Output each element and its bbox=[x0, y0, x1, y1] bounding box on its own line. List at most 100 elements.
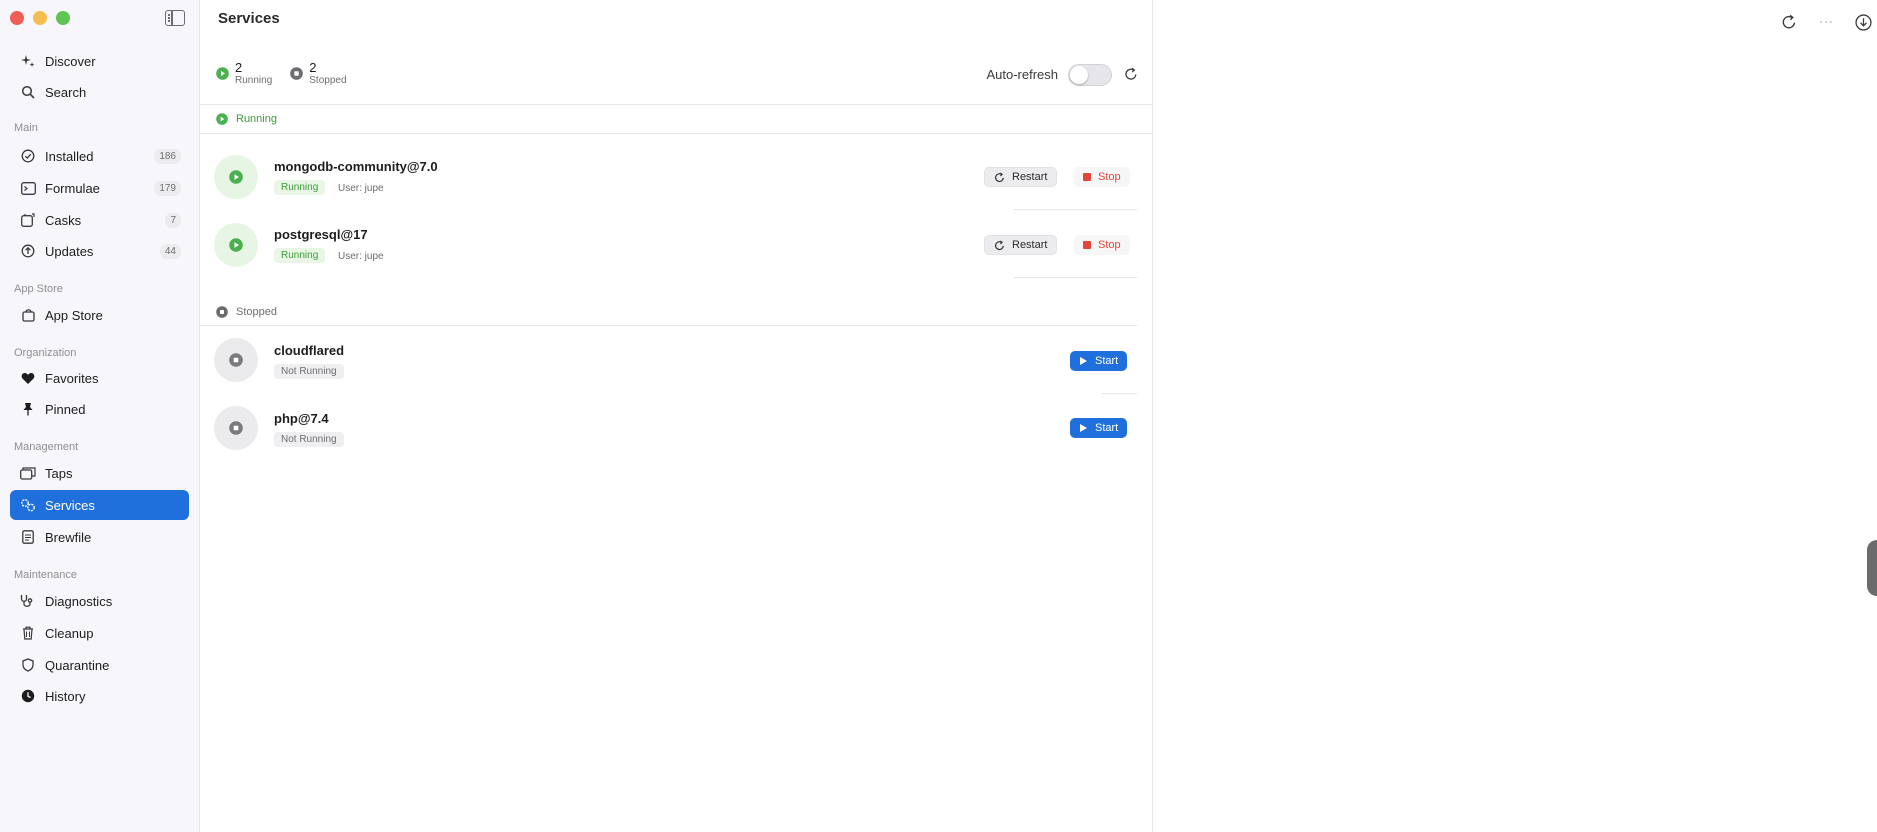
sidebar-item-favorites[interactable]: Favorites bbox=[10, 363, 189, 393]
sidebar-item-services[interactable]: Services bbox=[10, 490, 189, 520]
sparkle-icon bbox=[20, 53, 36, 69]
sidebar-item-label: Formulae bbox=[45, 180, 100, 196]
checkmark-circle-icon bbox=[20, 148, 36, 164]
sidebar-item-updates[interactable]: Updates 44 bbox=[10, 236, 189, 266]
start-button[interactable]: Start bbox=[1070, 418, 1128, 438]
stop-square-icon bbox=[1083, 173, 1091, 181]
status-badge: Not Running bbox=[274, 364, 344, 379]
divider bbox=[1014, 277, 1137, 278]
play-circle-icon bbox=[229, 238, 243, 252]
search-icon bbox=[20, 84, 36, 100]
sidebar-item-pinned[interactable]: Pinned bbox=[10, 394, 189, 424]
stopped-count: 2 bbox=[309, 60, 317, 75]
terminal-window-icon bbox=[20, 180, 36, 196]
divider bbox=[1014, 209, 1137, 210]
group-title: Running bbox=[236, 113, 277, 125]
sidebar-item-label: Diagnostics bbox=[45, 593, 113, 609]
sidebar-item-label: Brewfile bbox=[45, 529, 92, 545]
sidebar-item-search[interactable]: Search bbox=[10, 77, 189, 107]
restart-button[interactable]: Restart bbox=[984, 167, 1058, 187]
start-label: Start bbox=[1095, 422, 1119, 434]
service-name: php@7.4 bbox=[274, 411, 329, 426]
stethoscope-icon bbox=[20, 593, 36, 609]
running-summary: 2 Running bbox=[216, 61, 272, 86]
sidebar-item-formulae[interactable]: Formulae 179 bbox=[10, 173, 189, 203]
divider bbox=[200, 325, 1137, 326]
stop-circle-icon bbox=[229, 353, 243, 367]
sidebar-item-app-store[interactable]: App Store bbox=[10, 300, 189, 330]
refresh-icon[interactable] bbox=[1781, 14, 1797, 30]
service-name: postgresql@17 bbox=[274, 227, 368, 242]
trash-icon bbox=[20, 625, 36, 641]
services-panel: Services 2 Running 2 Stopped Auto-refres… bbox=[200, 0, 1153, 832]
sidebar-item-label: Installed bbox=[45, 148, 94, 164]
stop-label: Stop bbox=[1098, 171, 1121, 183]
restart-label: Restart bbox=[1012, 239, 1048, 251]
page-title: Services bbox=[218, 10, 280, 27]
section-label-main: Main bbox=[14, 122, 38, 134]
close-window-button[interactable] bbox=[10, 11, 24, 25]
stop-button[interactable]: Stop bbox=[1074, 167, 1130, 187]
service-user: User: jupe bbox=[338, 251, 384, 262]
sidebar-item-label: Cleanup bbox=[45, 625, 94, 641]
status-badge: Running bbox=[274, 180, 326, 195]
refresh-button[interactable] bbox=[1124, 67, 1138, 86]
count-badge: 44 bbox=[159, 243, 181, 259]
sidebar-item-installed[interactable]: Installed 186 bbox=[10, 141, 189, 171]
service-status-icon bbox=[214, 338, 258, 382]
restart-icon bbox=[994, 171, 1004, 182]
pin-icon bbox=[20, 401, 36, 417]
count-badge: 186 bbox=[154, 148, 181, 164]
sidebar-item-discover[interactable]: Discover bbox=[10, 46, 189, 76]
play-circle-icon bbox=[216, 67, 229, 80]
service-status-icon bbox=[214, 155, 258, 199]
bag-icon bbox=[20, 307, 36, 323]
stop-circle-icon bbox=[229, 421, 243, 435]
sidebar-item-diagnostics[interactable]: Diagnostics bbox=[10, 586, 189, 616]
sidebar-item-label: Discover bbox=[45, 53, 96, 69]
detail-toolbar bbox=[1765, 8, 1877, 36]
start-button[interactable]: Start bbox=[1070, 351, 1128, 371]
sidebar-item-quarantine[interactable]: Quarantine bbox=[10, 650, 189, 680]
sidebar-item-brewfile[interactable]: Brewfile bbox=[10, 522, 189, 552]
service-name: cloudflared bbox=[274, 343, 345, 358]
clock-icon bbox=[20, 688, 36, 704]
sidebar-item-label: History bbox=[45, 688, 86, 704]
service-status-icon bbox=[214, 223, 258, 267]
stop-square-icon bbox=[1083, 241, 1091, 249]
more-icon[interactable] bbox=[1819, 20, 1833, 24]
restart-label: Restart bbox=[1012, 171, 1048, 183]
restart-button[interactable]: Restart bbox=[984, 235, 1058, 255]
sidebar-item-taps[interactable]: Taps bbox=[10, 458, 189, 488]
zoom-window-button[interactable] bbox=[56, 11, 70, 25]
stopped-summary: 2 Stopped bbox=[290, 60, 347, 86]
sidebar: Discover Search Main Installed 186 Formu… bbox=[0, 0, 200, 832]
section-label-app-store: App Store bbox=[14, 283, 63, 295]
gears-icon bbox=[20, 497, 36, 513]
sidebar-item-label: Quarantine bbox=[45, 657, 110, 673]
section-label-organization: Organization bbox=[14, 347, 77, 359]
auto-refresh-toggle[interactable] bbox=[1068, 64, 1112, 86]
sidebar-item-cleanup[interactable]: Cleanup bbox=[10, 618, 189, 648]
minimize-window-button[interactable] bbox=[33, 11, 47, 25]
stopped-label: Stopped bbox=[309, 75, 347, 86]
sidebar-item-label: App Store bbox=[45, 307, 103, 323]
count-badge: 179 bbox=[154, 180, 181, 196]
download-icon[interactable] bbox=[1855, 13, 1872, 31]
shield-icon bbox=[20, 657, 36, 673]
stop-button[interactable]: Stop bbox=[1074, 235, 1130, 255]
floating-panel-handle[interactable] bbox=[1867, 540, 1877, 596]
services-summary: 2 Running 2 Stopped bbox=[216, 61, 347, 86]
divider bbox=[200, 104, 1153, 105]
sidebar-item-label: Services bbox=[45, 497, 95, 513]
service-name: mongodb-community@7.0 bbox=[274, 159, 438, 174]
stop-circle-icon bbox=[216, 306, 228, 318]
sidebar-item-history[interactable]: History bbox=[10, 681, 189, 711]
sidebar-item-casks[interactable]: Casks 7 bbox=[10, 205, 189, 235]
refresh-icon bbox=[1125, 67, 1137, 80]
running-group-header: Running bbox=[200, 113, 1153, 125]
sidebar-toggle-icon[interactable] bbox=[165, 10, 185, 26]
sidebar-item-label: Taps bbox=[45, 465, 73, 481]
sidebar-item-label: Updates bbox=[45, 243, 94, 259]
taps-icon bbox=[20, 465, 36, 481]
